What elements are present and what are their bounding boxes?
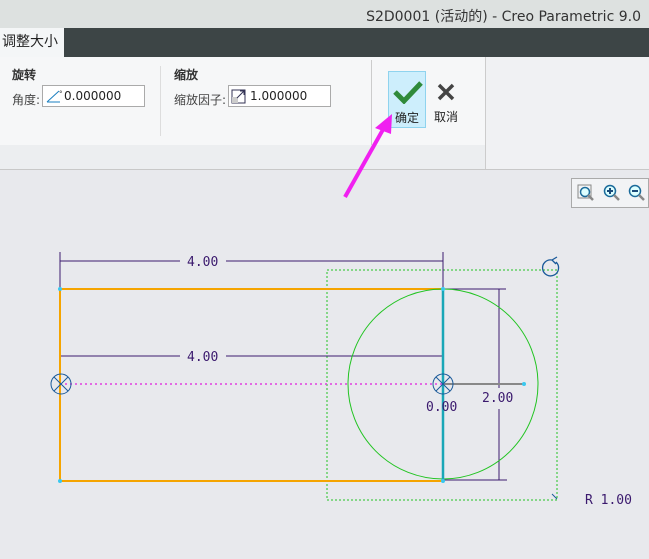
dimension-line-top <box>59 252 444 290</box>
sketch-canvas[interactable]: 4.00 4.00 2.00 0.00 R 1.00 <box>0 0 649 559</box>
dimension-top[interactable]: 4.00 <box>187 255 218 270</box>
dimension-center[interactable]: 0.00 <box>426 400 457 415</box>
dimension-height[interactable]: 2.00 <box>482 391 513 406</box>
dimension-line-mid <box>59 347 443 380</box>
dimension-mid[interactable]: 4.00 <box>187 350 218 365</box>
scale-handle-icon[interactable] <box>551 493 558 500</box>
pointer-arrow <box>343 114 392 198</box>
sketch-rectangle[interactable] <box>59 288 444 482</box>
rotate-handle-icon[interactable] <box>541 256 560 277</box>
radius-dimension[interactable]: R 1.00 <box>585 493 632 508</box>
